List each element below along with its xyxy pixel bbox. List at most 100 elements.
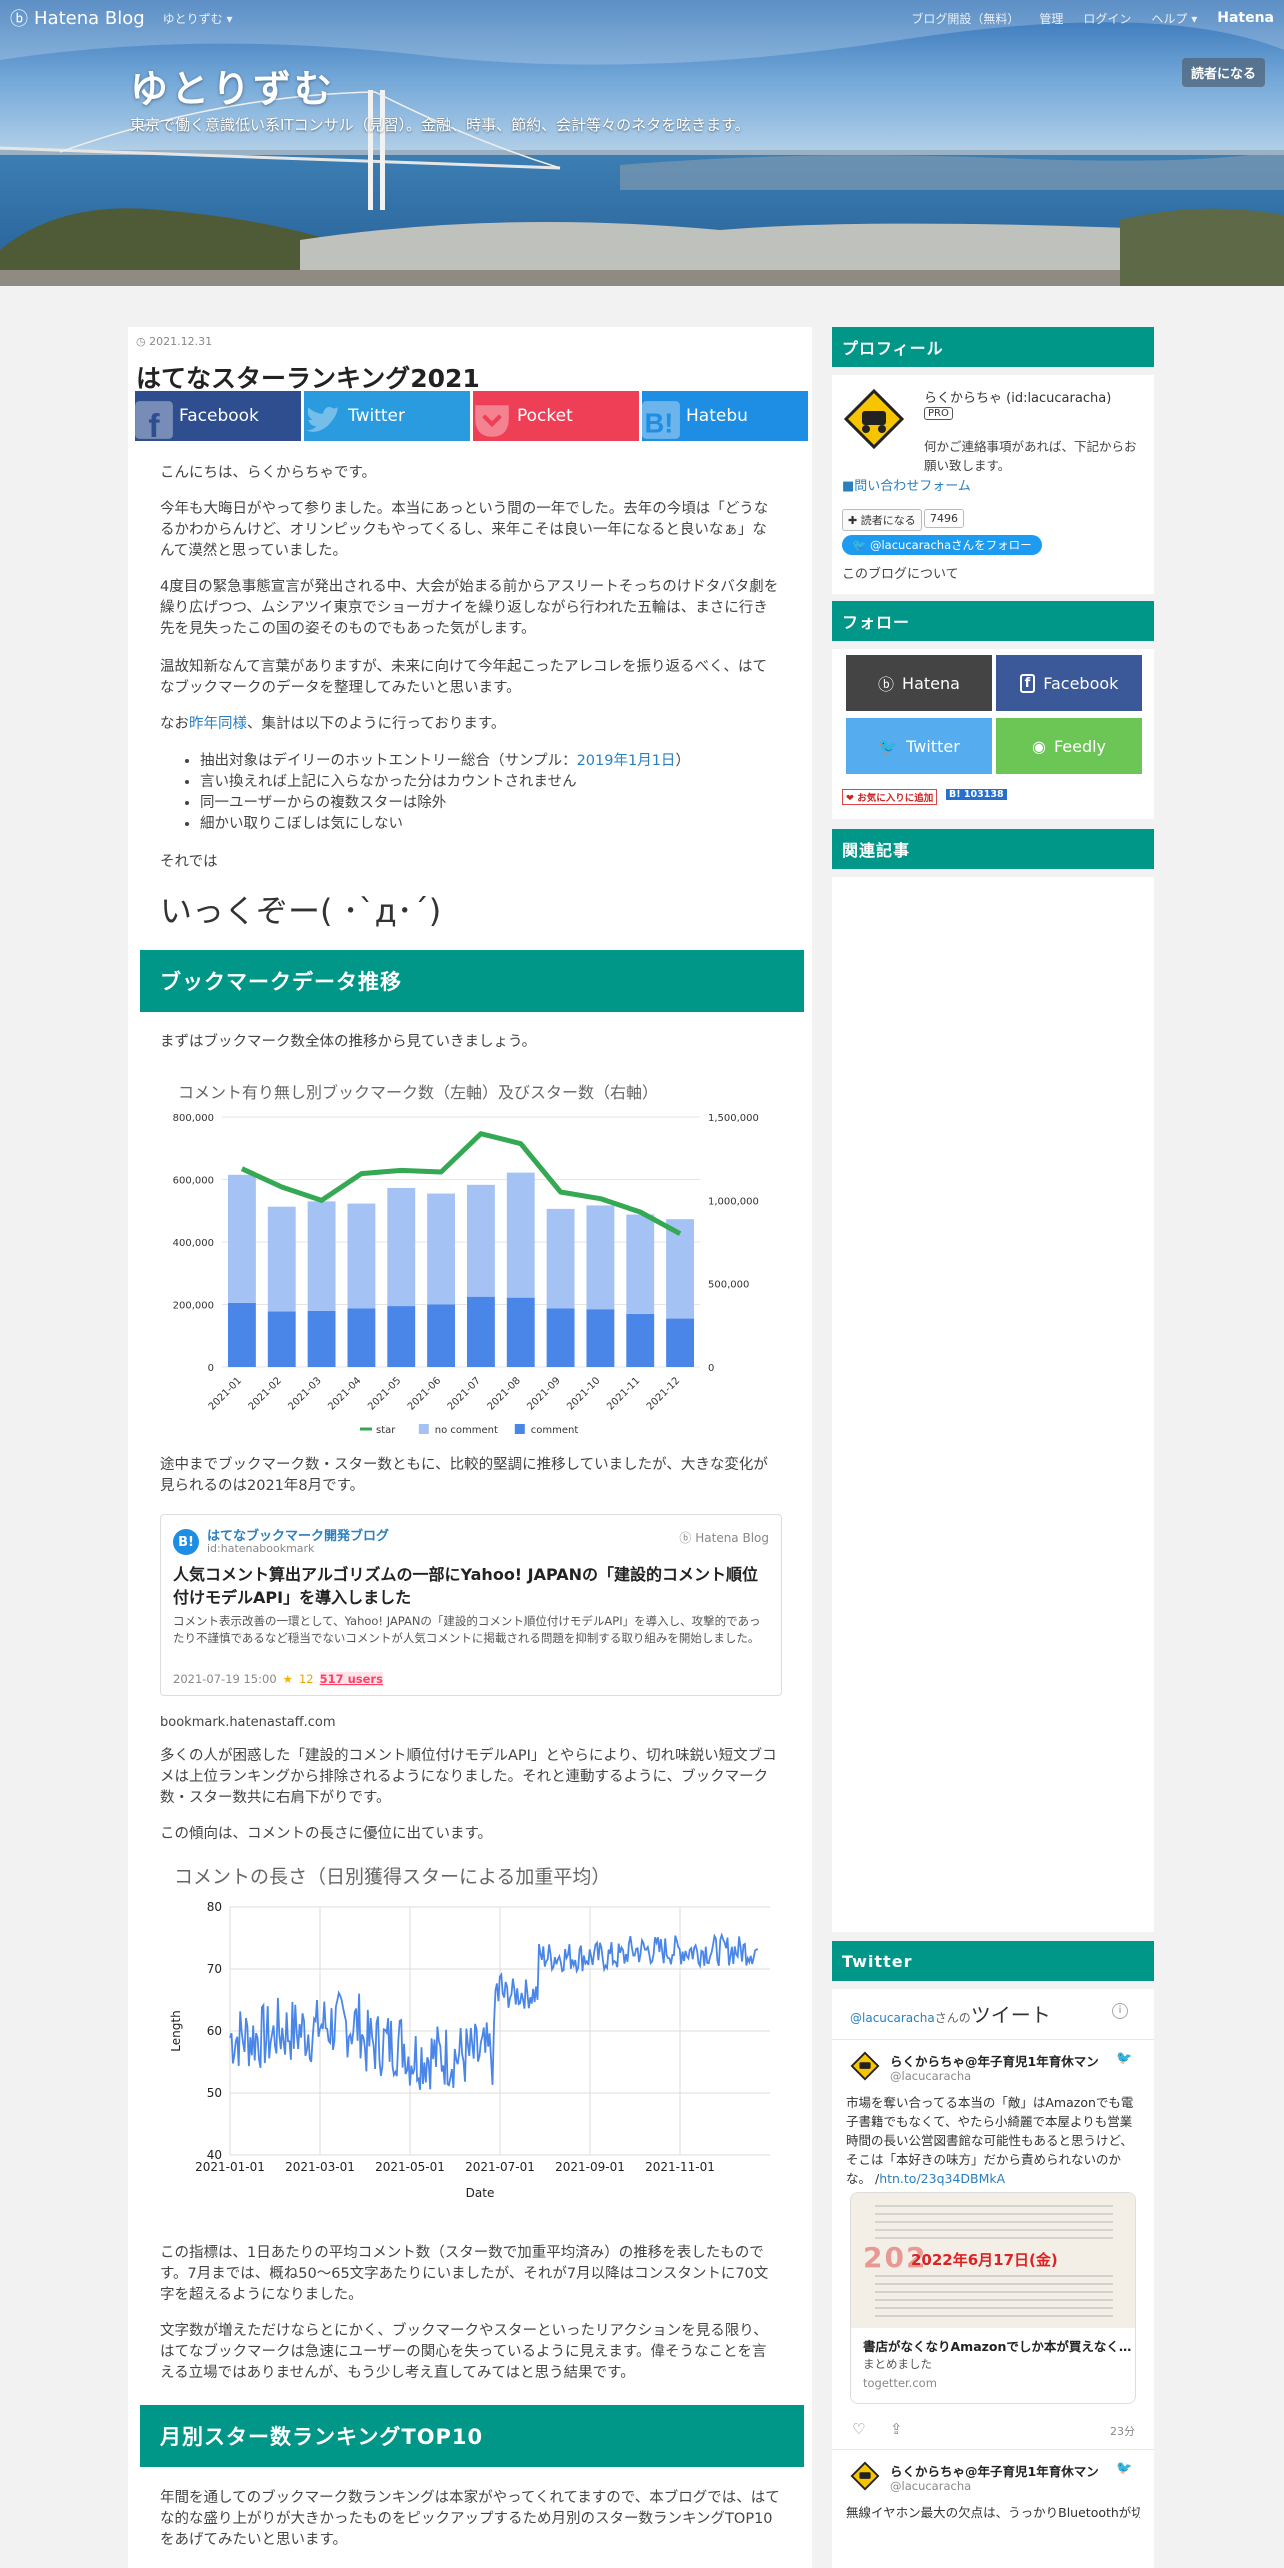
big-text: いっくぞー( ･`д･´) xyxy=(160,892,442,930)
bar-no-comment xyxy=(466,1184,495,1297)
profile-avatar[interactable] xyxy=(842,387,906,451)
y2-tick-label: 1,500,000 xyxy=(708,1113,759,1124)
paragraph-method: なお昨年同様、集計は以下のように行っております。 xyxy=(160,716,506,732)
tweet-link[interactable]: htn.to/23q34DBMkA xyxy=(879,2171,1005,2186)
legend-swatch xyxy=(418,1424,429,1434)
link-sample-date[interactable]: 2019年1月1日 xyxy=(577,753,676,769)
widget-title-twitter: Twitter xyxy=(832,1941,1154,1981)
x-tick-label: 2021-08 xyxy=(486,1375,523,1412)
x-tick-label: 2021-02 xyxy=(247,1375,284,1412)
reader-count: 7496 xyxy=(924,509,964,528)
x-tick-label: 2021-11 xyxy=(605,1375,642,1412)
hatena-blog-icon: ⓑ xyxy=(10,9,28,30)
card-title: 書店がなくなりAmazonでしか本が買えなく… xyxy=(863,2339,1132,2354)
blog-menu[interactable]: ゆとりずむ ▾ xyxy=(163,10,233,27)
tweet-author-name[interactable]: らくからちゃ@年子育児1年育休マン xyxy=(890,2051,1099,2070)
divider xyxy=(832,2449,1154,2450)
embed-brand: ⓑ Hatena Blog xyxy=(679,1531,769,1545)
embed-source-link[interactable]: bookmark.hatenastaff.com xyxy=(160,1712,780,1733)
share-hatebu-button[interactable]: B! Hatebu xyxy=(642,391,808,441)
y-axis-label: Length xyxy=(169,2010,183,2051)
y-tick-label: 600,000 xyxy=(173,1176,214,1187)
bar-no-comment xyxy=(666,1219,695,1319)
embed-meta: 2021-07-19 15:00 ★ 12 517 users xyxy=(173,1672,383,1686)
blog-card-embed[interactable]: B! はてなブックマーク開発ブログ id:hatenabookmark ⓑ Ha… xyxy=(160,1514,782,1696)
about-blog-link[interactable]: このブログについて xyxy=(842,563,959,582)
twitter-widget-header: @lacucaracha さんの ツイート xyxy=(850,2003,1051,2027)
like-icon[interactable]: ♡ xyxy=(852,2420,865,2438)
hatena-logo[interactable]: ⓑ Hatena Blog xyxy=(10,5,145,31)
link-open-blog[interactable]: ブログ開設（無料） xyxy=(911,10,1019,27)
twitter-bird-icon: 🐦 xyxy=(1116,2051,1133,2066)
share-twitter-button[interactable]: Twitter xyxy=(304,391,470,441)
follow-twitter-button[interactable]: 🐦 Twitter xyxy=(846,718,992,774)
y2-tick-label: 1,000,000 xyxy=(708,1196,759,1207)
profile-name[interactable]: らくからちゃ (id:lacucaracha) xyxy=(924,387,1111,406)
bar-no-comment xyxy=(586,1205,615,1310)
bar-no-comment xyxy=(546,1208,575,1309)
bar-no-comment xyxy=(267,1206,296,1312)
bar-comment xyxy=(586,1309,615,1367)
users-badge[interactable]: 517 users xyxy=(319,1672,383,1686)
legend-label: star xyxy=(376,1425,396,1436)
entry-title[interactable]: はてなスターランキング2021 xyxy=(136,359,480,395)
link-help[interactable]: ヘルプ ▾ xyxy=(1151,10,1197,27)
follow-feedly-button[interactable]: ◉ Feedly xyxy=(996,718,1142,774)
twitter-bird-icon: 🐦 xyxy=(852,538,870,552)
link-login[interactable]: ログイン xyxy=(1083,10,1131,27)
share-facebook-button[interactable]: f Facebook xyxy=(135,391,301,441)
related-widget xyxy=(832,877,1154,1932)
card-url: togetter.com xyxy=(863,2376,937,2390)
blog-title[interactable]: ゆとりずむ xyxy=(130,58,335,113)
bar-comment xyxy=(466,1296,495,1367)
follow-hatena-button[interactable]: ⓑ Hatena xyxy=(846,655,992,711)
paragraph-bookmark-intro: まずはブックマーク数全体の推移から見ていきましょう。 xyxy=(160,1034,537,1050)
favorite-button[interactable]: ❤ お気に入りに追加 xyxy=(842,789,938,805)
info-icon[interactable]: i xyxy=(1112,2003,1128,2019)
embed-title[interactable]: 人気コメント算出アルゴリズムの一部にYahoo! JAPANの「建設的コメント順… xyxy=(173,1563,769,1609)
link-last-year[interactable]: 昨年同様 xyxy=(189,716,247,732)
y-tick-label: 400,000 xyxy=(173,1238,214,1249)
x-tick-label: 2021-12 xyxy=(645,1375,682,1412)
legend-label: comment xyxy=(531,1425,579,1436)
tweet-author-name[interactable]: らくからちゃ@年子育児1年育休マン xyxy=(890,2461,1099,2480)
header-photo xyxy=(0,0,1284,286)
facebook-icon: f xyxy=(135,401,173,441)
tweet-author-handle[interactable]: @lacucaracha xyxy=(890,2069,971,2083)
subscribe-button[interactable]: 読者になる xyxy=(1182,58,1266,87)
section-heading-bookmark: ブックマークデータ推移 xyxy=(140,950,804,1012)
twitter-follow-button[interactable]: 🐦 @lacucarachaさんをフォロー xyxy=(842,535,1042,555)
tweet-avatar[interactable] xyxy=(850,2461,880,2491)
hatebu-count-badge[interactable]: B! 103138 xyxy=(946,789,1007,800)
bar-comment xyxy=(347,1308,376,1367)
bar-comment xyxy=(546,1308,575,1367)
paragraph-then: それでは xyxy=(160,854,218,870)
x-tick-label: 2021-01 xyxy=(207,1375,244,1412)
y2-tick-label: 0 xyxy=(708,1363,714,1374)
hatena-icon: ⓑ xyxy=(878,675,895,694)
tweet-avatar[interactable] xyxy=(850,2051,880,2081)
y-tick-label: 200,000 xyxy=(173,1301,214,1312)
svg-text:B!: B! xyxy=(644,408,673,439)
x-tick-label: 2021-06 xyxy=(406,1375,443,1412)
tweet-link-card[interactable]: 202 2022年6月17日(金) 書店がなくなりAmazonでしか本が買えなく… xyxy=(850,2192,1136,2404)
tweet-text: 市場を奪い合ってる本当の「敵」はAmazonでも電子書籍でもなくて、やたら小綺麗… xyxy=(846,2095,1134,2186)
follow-facebook-button[interactable]: f Facebook xyxy=(996,655,1142,711)
hatebu-icon: B! xyxy=(949,789,964,800)
hatena-brand[interactable]: Hatena xyxy=(1217,10,1274,26)
twitter-user-link[interactable]: @lacucaracha xyxy=(850,2011,935,2025)
link-admin[interactable]: 管理 xyxy=(1039,10,1063,27)
y-tick-label: 60 xyxy=(207,2024,222,2038)
share-icon[interactable]: ⇪ xyxy=(890,2420,903,2438)
contact-form-link[interactable]: ■問い合わせフォーム xyxy=(842,475,971,494)
paragraph-conclusion: 文字数が増えただけならとにかく、ブックマークやスターといったリアクションを見る限… xyxy=(160,2323,768,2381)
share-pocket-button[interactable]: Pocket xyxy=(473,391,639,441)
divider xyxy=(832,2039,1154,2040)
reader-button[interactable]: ✚ 読者になる xyxy=(842,509,922,531)
x-tick-label: 2021-05-01 xyxy=(375,2160,445,2174)
clock-icon: ◷ xyxy=(136,335,150,348)
tweet-time[interactable]: 23分 xyxy=(1110,2423,1135,2439)
blog-header xyxy=(0,0,1284,286)
tweet-author-handle[interactable]: @lacucaracha xyxy=(890,2479,971,2493)
x-tick-label: 2021-09-01 xyxy=(555,2160,625,2174)
